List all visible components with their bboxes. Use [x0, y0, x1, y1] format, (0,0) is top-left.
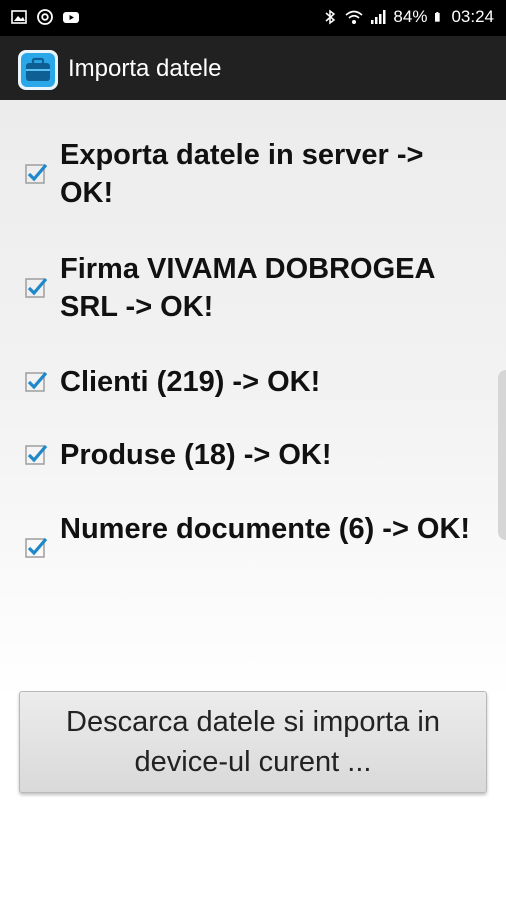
- checkbox[interactable]: [24, 535, 48, 559]
- list-item[interactable]: Clienti (219) -> OK!: [24, 363, 480, 401]
- checkbox[interactable]: [24, 442, 48, 466]
- item-label: Clienti (219) -> OK!: [60, 366, 321, 398]
- gallery-icon: [11, 10, 27, 24]
- checkmark-icon: [25, 444, 48, 465]
- bluetooth-icon: [325, 9, 336, 25]
- item-label: Firma VIVAMA DOBROGEA SRL -> OK!: [60, 253, 435, 323]
- status-time: 03:24: [451, 7, 494, 26]
- youtube-icon: [63, 12, 79, 23]
- scroll-edge: [498, 370, 506, 540]
- item-label: Produse (18) -> OK!: [60, 439, 332, 471]
- checkbox[interactable]: [24, 161, 48, 185]
- checkbox[interactable]: [24, 275, 48, 299]
- list-item[interactable]: Produse (18) -> OK!: [24, 436, 480, 474]
- checkmark-icon: [25, 277, 48, 298]
- briefcase-icon: [18, 50, 58, 90]
- page-title: Importa datele: [68, 55, 222, 82]
- checkmark-icon: [25, 163, 48, 184]
- list-item[interactable]: Exporta datele in server -> OK!: [24, 136, 480, 212]
- battery-percent: 84%: [393, 7, 428, 26]
- app-bar: Importa datele: [0, 36, 506, 100]
- checkmark-icon: [25, 537, 48, 558]
- status-bar: 84% 03:24: [0, 0, 506, 36]
- status-left-icons: [10, 8, 80, 26]
- at-icon: [37, 9, 53, 25]
- checkmark-icon: [25, 371, 48, 392]
- download-import-button[interactable]: Descarca datele si importa in device-ul …: [19, 691, 487, 793]
- item-label: Exporta datele in server -> OK!: [60, 139, 424, 209]
- wifi-icon: [345, 10, 363, 24]
- item-label: Numere documente (6) -> OK!: [60, 513, 471, 545]
- battery-icon: [435, 12, 441, 22]
- list-item[interactable]: Numere documente (6) -> OK!: [24, 510, 480, 559]
- checkbox[interactable]: [24, 369, 48, 393]
- status-right-icons: 84% 03:24: [321, 7, 494, 27]
- list-item[interactable]: Firma VIVAMA DOBROGEA SRL -> OK!: [24, 250, 480, 326]
- signal-icon: [371, 10, 386, 24]
